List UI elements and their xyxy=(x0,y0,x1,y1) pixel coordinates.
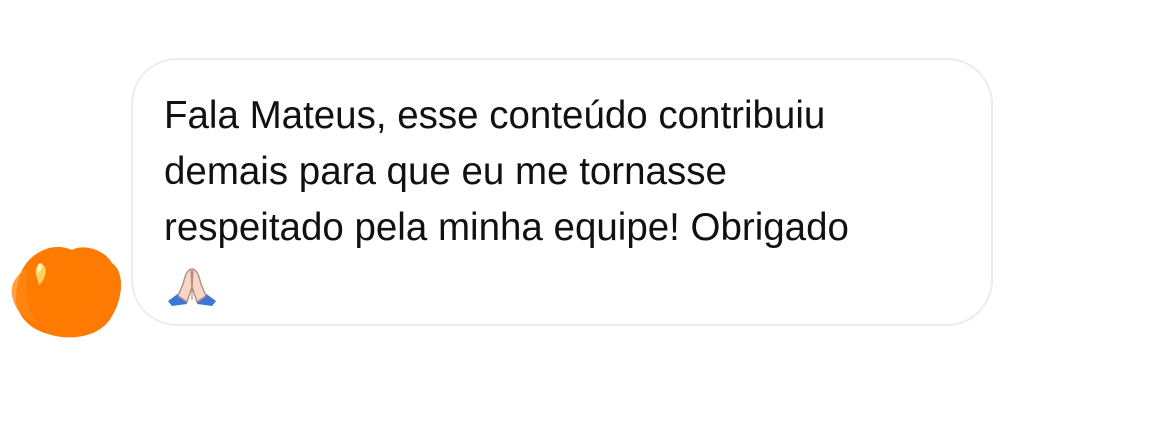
message-bubble[interactable]: Fala Mateus, esse conteúdo contribuiu de… xyxy=(131,58,993,326)
avatar[interactable] xyxy=(8,238,126,342)
incoming-message-row: Fala Mateus, esse conteúdo contribuiu de… xyxy=(0,0,1155,424)
message-text: Fala Mateus, esse conteúdo contribuiu de… xyxy=(164,94,849,249)
folded-hands-icon xyxy=(168,267,216,306)
